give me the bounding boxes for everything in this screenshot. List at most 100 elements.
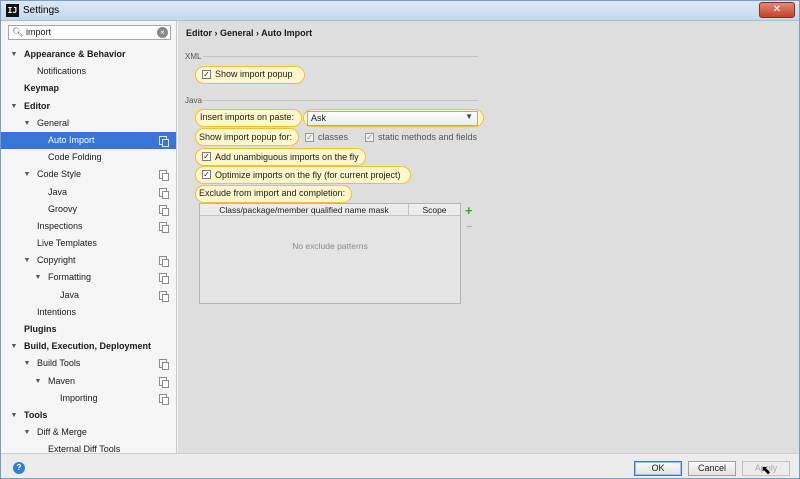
- project-scope-icon: [159, 273, 169, 285]
- tree-item[interactable]: ▼ Editor: [1, 98, 176, 115]
- tree-expand-arrow-icon[interactable]: ▼: [9, 407, 19, 424]
- project-scope-icon: [159, 187, 169, 199]
- tree-item[interactable]: Importing: [1, 390, 176, 407]
- tree-item-label: Notifications: [37, 66, 87, 77]
- project-scope-icon: [159, 221, 169, 233]
- clear-search-icon[interactable]: ×: [157, 27, 168, 38]
- tree-item[interactable]: Intentions: [1, 304, 176, 321]
- tree-item[interactable]: ▼ Tools: [1, 407, 176, 424]
- tree-expand-arrow-icon[interactable]: ▼: [22, 355, 32, 372]
- tree-item[interactable]: Live Templates: [1, 235, 176, 252]
- project-scope-icon: [159, 376, 169, 388]
- tree-item-label: Java: [60, 289, 80, 300]
- tree-item-label: Tools: [24, 409, 48, 420]
- tree-expand-arrow-icon[interactable]: ▼: [22, 166, 32, 183]
- tree-expand-arrow-icon[interactable]: ▼: [9, 46, 19, 63]
- settings-sidebar: 🔍︎ import × ▼ Appearance & Behavior Notifi…: [1, 21, 177, 453]
- search-icon: 🔍︎: [12, 27, 24, 37]
- tree-item[interactable]: ▼ Formatting: [1, 269, 176, 286]
- project-scope-icon: [159, 256, 169, 268]
- column-header-mask[interactable]: Class/package/member qualified name mask: [200, 204, 409, 216]
- tree-item[interactable]: Inspections: [1, 218, 176, 235]
- tree-expand-arrow-icon[interactable]: ▼: [9, 98, 19, 115]
- tree-expand-arrow-icon[interactable]: ▼: [33, 373, 43, 390]
- tree-item-label: General: [37, 117, 70, 128]
- tree-item-label: Diff & Merge: [37, 427, 87, 438]
- tree-item[interactable]: ▼ Diff & Merge: [1, 424, 176, 441]
- remove-pattern-icon[interactable]: −: [466, 222, 472, 233]
- xml-section-divider: [203, 56, 478, 57]
- show-import-popup-checkbox[interactable]: ✓: [202, 70, 211, 79]
- settings-tree: ▼ Appearance & Behavior Notifications Keyma…: [1, 46, 176, 453]
- exclude-label: Exclude from import and completion:: [199, 188, 346, 198]
- column-header-scope[interactable]: Scope: [409, 204, 460, 216]
- project-scope-icon: [159, 204, 169, 216]
- exclude-table-header: Class/package/member qualified name mask…: [200, 204, 460, 216]
- chevron-down-icon: ▼: [465, 112, 473, 121]
- add-unambiguous-label[interactable]: Add unambiguous imports on the fly: [215, 152, 359, 162]
- tree-item-label: Java: [48, 186, 68, 197]
- tree-item[interactable]: ▼ Code Style: [1, 166, 176, 183]
- tree-item-label: Groovy: [48, 203, 78, 214]
- tree-item-label: Appearance & Behavior: [24, 49, 126, 59]
- java-section-label: Java: [185, 96, 202, 105]
- tree-item-label: External Diff Tools: [48, 444, 121, 453]
- ok-button[interactable]: OK: [634, 461, 682, 476]
- help-icon[interactable]: ?: [13, 462, 25, 474]
- tree-item[interactable]: Keymap: [1, 80, 176, 97]
- add-unambiguous-checkbox[interactable]: ✓: [202, 152, 211, 161]
- show-import-popup-label[interactable]: Show import popup: [215, 69, 293, 79]
- cancel-button[interactable]: Cancel: [688, 461, 736, 476]
- insert-imports-select[interactable]: Ask ▼: [307, 111, 478, 126]
- tree-item[interactable]: Java: [1, 287, 176, 304]
- tree-item[interactable]: Groovy: [1, 201, 176, 218]
- show-popup-for-label: Show import popup for:: [199, 132, 293, 142]
- tree-expand-arrow-icon[interactable]: ▼: [22, 115, 32, 132]
- tree-item[interactable]: Notifications: [1, 63, 176, 80]
- tree-item-label: Build, Execution, Deployment: [24, 341, 152, 352]
- breadcrumb: Editor › General › Auto Import: [186, 28, 313, 38]
- optimize-imports-label[interactable]: Optimize imports on the fly (for current…: [215, 170, 401, 180]
- classes-label[interactable]: classes: [318, 132, 348, 142]
- optimize-imports-checkbox[interactable]: ✓: [202, 170, 211, 179]
- tree-item-label: Live Templates: [37, 238, 97, 249]
- mouse-cursor-icon: ⬉: [761, 463, 772, 477]
- exclude-patterns-table[interactable]: Class/package/member qualified name mask…: [199, 203, 461, 304]
- tree-expand-arrow-icon[interactable]: ▼: [33, 269, 43, 286]
- settings-search-input[interactable]: 🔍︎ import ×: [8, 25, 171, 40]
- insert-imports-selected-value: Ask: [311, 113, 327, 123]
- tree-expand-arrow-icon[interactable]: ▼: [22, 424, 32, 441]
- project-scope-icon: [159, 170, 169, 182]
- add-pattern-icon[interactable]: +: [465, 204, 473, 217]
- title-bar: IJ Settings ✕: [1, 1, 799, 21]
- classes-checkbox[interactable]: ✓: [305, 133, 314, 142]
- tree-item[interactable]: External Diff Tools: [1, 441, 176, 453]
- tree-item-label: Importing: [60, 392, 98, 403]
- tree-expand-arrow-icon[interactable]: ▼: [22, 252, 32, 269]
- tree-item[interactable]: ▼ Copyright: [1, 252, 176, 269]
- window-close-button[interactable]: ✕: [759, 2, 795, 18]
- tree-item[interactable]: Auto Import: [1, 131, 176, 150]
- tree-item[interactable]: Java: [1, 184, 176, 201]
- tree-item-label: Inspections: [37, 220, 83, 231]
- tree-item[interactable]: ▼ Build Tools: [1, 355, 176, 372]
- tree-expand-arrow-icon[interactable]: ▼: [9, 338, 19, 355]
- tree-item-label: Build Tools: [37, 358, 81, 369]
- tree-item-label: Editor: [24, 100, 50, 111]
- tree-item[interactable]: ▼ Maven: [1, 373, 176, 390]
- tree-item-label: Copyright: [37, 255, 76, 266]
- settings-window: IJ Settings ✕ 🔍︎ import × ▼ Appearance & …: [0, 0, 800, 479]
- static-methods-checkbox[interactable]: ✓: [365, 133, 374, 142]
- project-scope-icon: [159, 393, 169, 405]
- static-methods-label[interactable]: static methods and fields: [378, 132, 477, 142]
- tree-item-label: Maven: [48, 375, 76, 386]
- tree-item[interactable]: ▼ General: [1, 115, 176, 132]
- tree-item[interactable]: ▼ Build, Execution, Deployment: [1, 338, 176, 355]
- search-value[interactable]: import: [26, 27, 51, 37]
- tree-item[interactable]: ▼ Appearance & Behavior: [1, 46, 176, 63]
- insert-imports-label: Insert imports on paste:: [200, 112, 295, 122]
- xml-section-label: XML: [185, 52, 202, 61]
- tree-item[interactable]: Plugins: [1, 321, 176, 338]
- tree-item[interactable]: Code Folding: [1, 149, 176, 166]
- tree-item-label: Plugins: [24, 324, 57, 334]
